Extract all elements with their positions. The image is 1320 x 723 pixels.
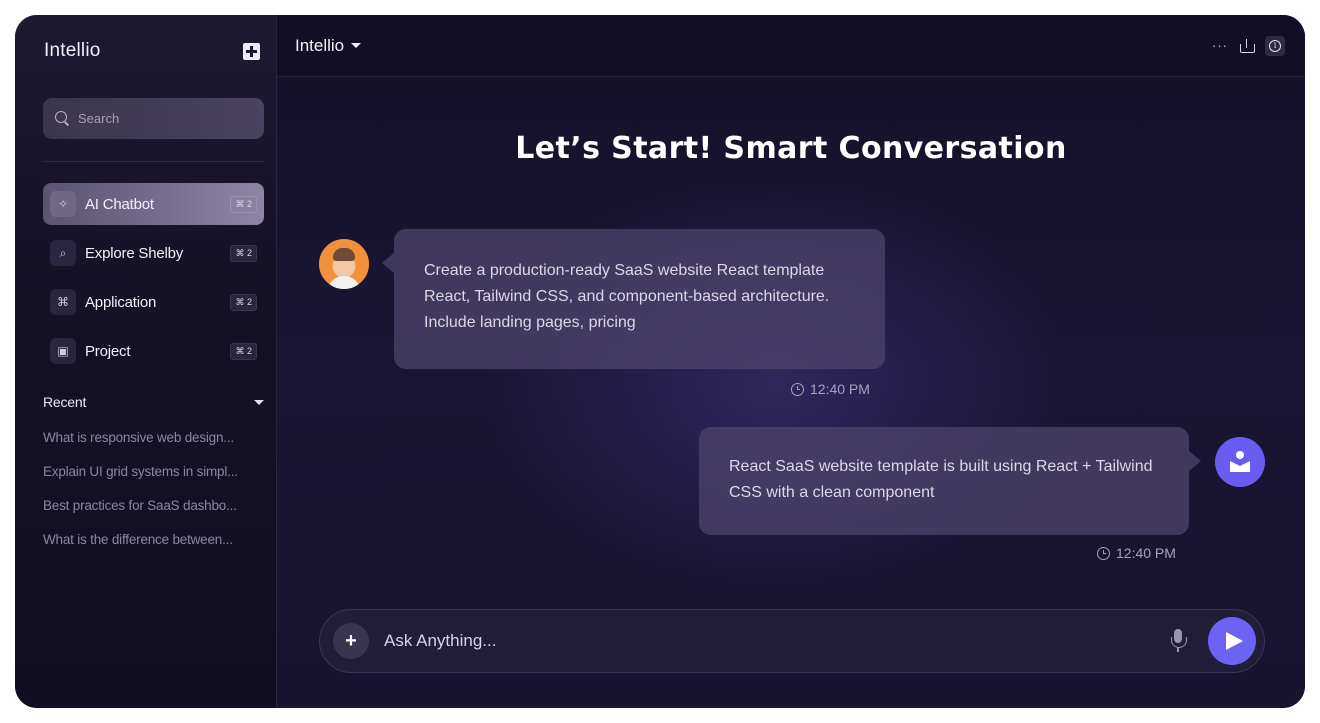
sidebar-item-label: AI Chatbot	[85, 195, 154, 213]
page-title: Let’s Start! Smart Conversation	[515, 131, 1067, 166]
file-icon: ▣	[50, 338, 76, 364]
shortcut-badge: ⌘ 2	[230, 195, 257, 213]
sidebar-header: Intellio	[15, 15, 276, 87]
user-avatar	[319, 239, 369, 289]
model-name: Intellio	[295, 35, 345, 55]
sidebar: Intellio Search ✧ AI Chatbot ⌘ 2 ⌕ Explo…	[15, 15, 277, 708]
recent-header[interactable]: Recent	[43, 394, 264, 410]
app-window: Intellio Search ✧ AI Chatbot ⌘ 2 ⌕ Explo…	[15, 15, 1305, 708]
more-icon[interactable]: ···	[1212, 38, 1228, 53]
sidebar-nav: ✧ AI Chatbot ⌘ 2 ⌕ Explore Shelby ⌘ 2 ⌘ …	[43, 183, 264, 379]
recent-item[interactable]: What is the difference between...	[43, 532, 264, 566]
shortcut-badge: ⌘ 2	[230, 293, 257, 311]
assistant-message: React SaaS website template is built usi…	[699, 427, 1201, 535]
attach-button[interactable]: +	[333, 623, 369, 659]
chevron-down-icon	[351, 43, 362, 48]
share-icon[interactable]	[1240, 38, 1255, 53]
timestamp-text: 12:40 PM	[810, 381, 870, 397]
search-icon	[55, 111, 70, 126]
recent-item[interactable]: What is responsive web design...	[43, 430, 264, 464]
command-icon: ⌘	[50, 289, 76, 315]
sidebar-item-ai-chatbot[interactable]: ✧ AI Chatbot ⌘ 2	[43, 183, 264, 225]
message-timestamp: 12:40 PM	[1097, 545, 1176, 561]
microphone-icon[interactable]	[1170, 629, 1187, 653]
timestamp-text: 12:40 PM	[1116, 545, 1176, 561]
search-box[interactable]: Search	[43, 98, 264, 139]
recent-title: Recent	[43, 394, 87, 410]
brand-name: Intellio	[44, 40, 101, 61]
model-selector[interactable]: Intellio	[295, 35, 362, 56]
chat-area: Intellio ··· i Let’s Start! Smart Conver…	[277, 15, 1305, 708]
shortcut-badge: ⌘ 2	[230, 342, 257, 360]
topbar-actions: ··· i	[1212, 35, 1285, 56]
recent-item[interactable]: Best practices for SaaS dashbo...	[43, 498, 264, 532]
composer: +	[319, 609, 1265, 673]
clock-icon	[791, 382, 804, 396]
assistant-avatar	[1215, 437, 1265, 487]
message-timestamp: 12:40 PM	[791, 381, 870, 397]
search-input[interactable]: Search	[78, 111, 119, 126]
sidebar-divider	[43, 161, 264, 162]
sparkle-icon: ✧	[50, 191, 76, 217]
sidebar-item-project[interactable]: ▣ Project ⌘ 2	[43, 330, 264, 372]
search-icon: ⌕	[50, 240, 76, 266]
bot-icon	[1229, 451, 1251, 473]
chevron-down-icon[interactable]	[254, 399, 264, 405]
send-icon	[1225, 632, 1243, 650]
recent-item[interactable]: Explain UI grid systems in simpl...	[43, 464, 264, 498]
user-message: Create a production-ready SaaS website R…	[382, 229, 885, 369]
sidebar-item-explore-shelby[interactable]: ⌕ Explore Shelby ⌘ 2	[43, 232, 264, 274]
topbar: Intellio ··· i	[277, 15, 1305, 77]
clock-icon	[1097, 546, 1110, 560]
sidebar-item-label: Project	[85, 342, 131, 360]
sidebar-item-label: Explore Shelby	[85, 244, 184, 262]
sidebar-item-application[interactable]: ⌘ Application ⌘ 2	[43, 281, 264, 323]
info-icon[interactable]: i	[1265, 35, 1285, 56]
send-button[interactable]	[1208, 617, 1256, 665]
new-chat-icon[interactable]	[243, 42, 260, 60]
message-input[interactable]	[384, 631, 1170, 651]
recent-list: What is responsive web design... Explain…	[43, 430, 264, 566]
sidebar-item-label: Application	[85, 293, 157, 311]
shortcut-badge: ⌘ 2	[230, 244, 257, 262]
